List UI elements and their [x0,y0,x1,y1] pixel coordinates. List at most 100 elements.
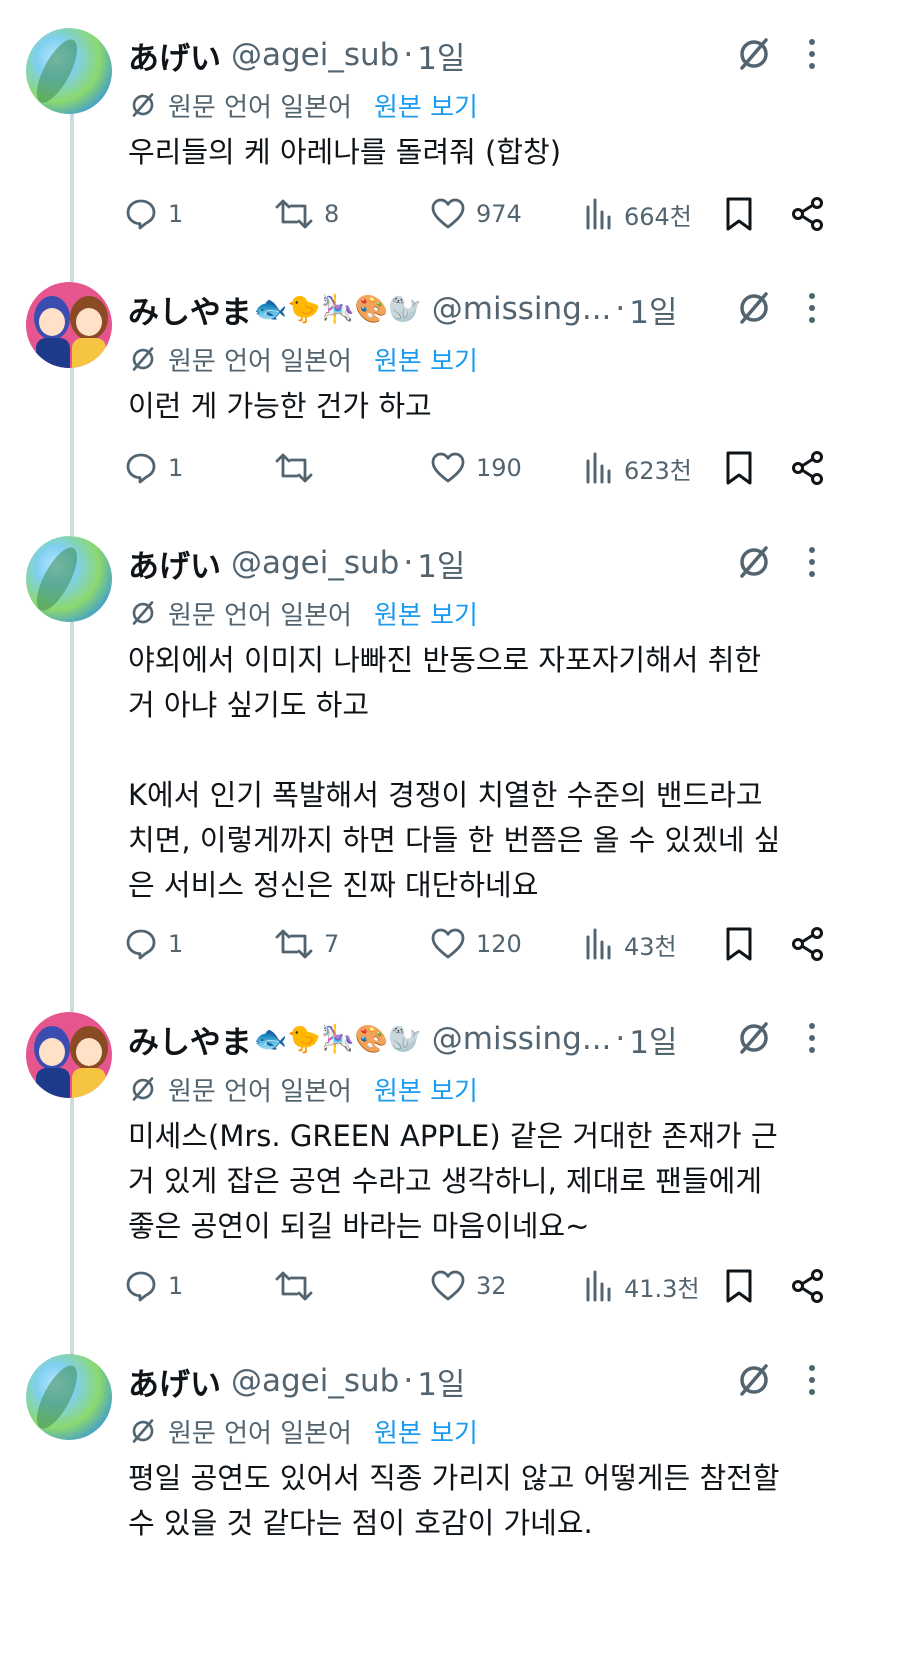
avatar[interactable] [26,1354,112,1440]
bookmark-icon[interactable] [724,1268,754,1304]
views-icon [586,452,611,484]
reply-count: 1 [168,1272,184,1300]
separator-dot: · [615,1021,626,1057]
timestamp[interactable]: 1일 [417,541,465,586]
user-handle[interactable]: @agei_sub [231,545,399,581]
like-count: 120 [476,930,522,958]
retweet-button[interactable] [274,446,324,490]
reply-button[interactable]: 1 [124,192,183,236]
show-original-link[interactable]: 원본 보기 [374,595,478,632]
translate-icon [132,347,154,371]
tweet-header: みしやま 🐟🐤🎠🎨🦭 @missing... · 1일 [128,286,678,332]
display-name[interactable]: あげい [128,1359,221,1404]
bookmark-icon[interactable] [724,926,754,962]
avatar[interactable] [26,1012,112,1098]
retweet-button[interactable] [274,1264,324,1308]
timestamp[interactable]: 1일 [417,1359,465,1404]
action-bar: 1 190 623천 [124,446,834,490]
translate-icon[interactable] [734,542,774,582]
translate-icon[interactable] [734,288,774,328]
translation-label: 원문 언어 일본어 [168,1076,352,1107]
timestamp[interactable]: 1일 [417,33,465,78]
tweet-header: あげい @agei_sub · 1일 [128,540,465,586]
tweet-header: あげい @agei_sub · 1일 [128,32,465,78]
more-icon[interactable] [800,542,824,582]
translation-bar: 원문 언어 일본어 원본 보기 [128,84,478,126]
views-button[interactable]: 664천 [584,192,692,236]
translate-icon[interactable] [734,1360,774,1400]
display-name[interactable]: みしやま [128,1017,252,1062]
tweet[interactable]: あげい @agei_sub · 1일 원문 언어 일본어 원본 보기 평일 공연… [0,1354,900,1653]
more-icon[interactable] [800,288,824,328]
separator-dot: · [403,1363,414,1399]
display-name[interactable]: あげい [128,33,221,78]
share-icon[interactable] [790,450,826,486]
views-count: 623천 [624,456,692,485]
reply-button[interactable]: 1 [124,446,183,490]
views-count: 41.3천 [624,1274,700,1303]
tweet[interactable]: あげい @agei_sub · 1일 원문 언어 일본어 원본 보기 야외에서 … [0,536,900,986]
like-count: 974 [476,200,522,228]
show-original-link[interactable]: 원본 보기 [374,1071,478,1108]
translate-icon[interactable] [734,1018,774,1058]
name-emojis: 🐟🐤🎠🎨🦭 [253,1024,422,1055]
translate-icon [132,93,154,117]
reply-button[interactable]: 1 [124,1264,183,1308]
more-icon[interactable] [800,1018,824,1058]
retweet-count: 7 [324,930,340,958]
like-count: 190 [476,454,522,482]
timestamp[interactable]: 1일 [629,287,677,332]
show-original-link[interactable]: 원본 보기 [374,341,478,378]
like-button[interactable]: 120 [430,922,522,966]
user-handle[interactable]: @missing... [432,1021,612,1057]
views-button[interactable]: 623천 [584,446,692,490]
avatar[interactable] [26,536,112,622]
more-icon[interactable] [800,1360,824,1400]
like-button[interactable]: 190 [430,446,522,490]
like-button[interactable]: 974 [430,192,522,236]
retweet-button[interactable]: 7 [274,922,339,966]
bookmark-icon[interactable] [724,450,754,486]
views-icon [586,928,611,960]
separator-dot: · [615,291,626,327]
translation-bar: 원문 언어 일본어 원본 보기 [128,338,478,380]
separator-dot: · [403,545,414,581]
show-original-link[interactable]: 원본 보기 [374,1413,478,1450]
views-icon [586,1270,611,1302]
name-emojis: 🐟🐤🎠🎨🦭 [253,294,422,325]
like-icon [431,928,465,959]
share-icon[interactable] [790,926,826,962]
user-handle[interactable]: @agei_sub [231,1363,399,1399]
share-icon[interactable] [790,1268,826,1304]
retweet-button[interactable]: 8 [274,192,339,236]
retweet-icon [275,199,313,229]
translation-label: 원문 언어 일본어 [168,346,352,377]
avatar[interactable] [26,282,112,368]
retweet-icon [275,1271,313,1301]
timestamp[interactable]: 1일 [629,1017,677,1062]
tweet[interactable]: みしやま 🐟🐤🎠🎨🦭 @missing... · 1일 원문 언어 일본어 원본… [0,282,900,512]
translate-icon[interactable] [734,34,774,74]
reply-count: 1 [168,200,184,228]
bookmark-icon[interactable] [724,196,754,232]
views-count: 664천 [624,202,692,231]
views-count: 43천 [624,932,677,961]
user-handle[interactable]: @agei_sub [231,37,399,73]
translation-bar: 원문 언어 일본어 원본 보기 [128,1410,478,1452]
display-name[interactable]: あげい [128,541,221,586]
share-icon[interactable] [790,196,826,232]
user-handle[interactable]: @missing... [432,291,612,327]
views-button[interactable]: 41.3천 [584,1264,700,1308]
avatar[interactable] [26,28,112,114]
more-icon[interactable] [800,34,824,74]
tweet[interactable]: みしやま 🐟🐤🎠🎨🦭 @missing... · 1일 원문 언어 일본어 원본… [0,1012,900,1332]
like-button[interactable]: 32 [430,1264,507,1308]
tweet-text: 우리들의 케 아레나를 돌려줘 (합창) [128,135,562,169]
reply-button[interactable]: 1 [124,922,183,966]
tweet[interactable]: あげい @agei_sub · 1일 원문 언어 일본어 원본 보기 우리들의 … [0,28,900,258]
views-button[interactable]: 43천 [584,922,677,966]
reply-icon [126,1271,156,1302]
retweet-icon [275,453,313,483]
show-original-link[interactable]: 원본 보기 [374,87,478,124]
display-name[interactable]: みしやま [128,287,252,332]
